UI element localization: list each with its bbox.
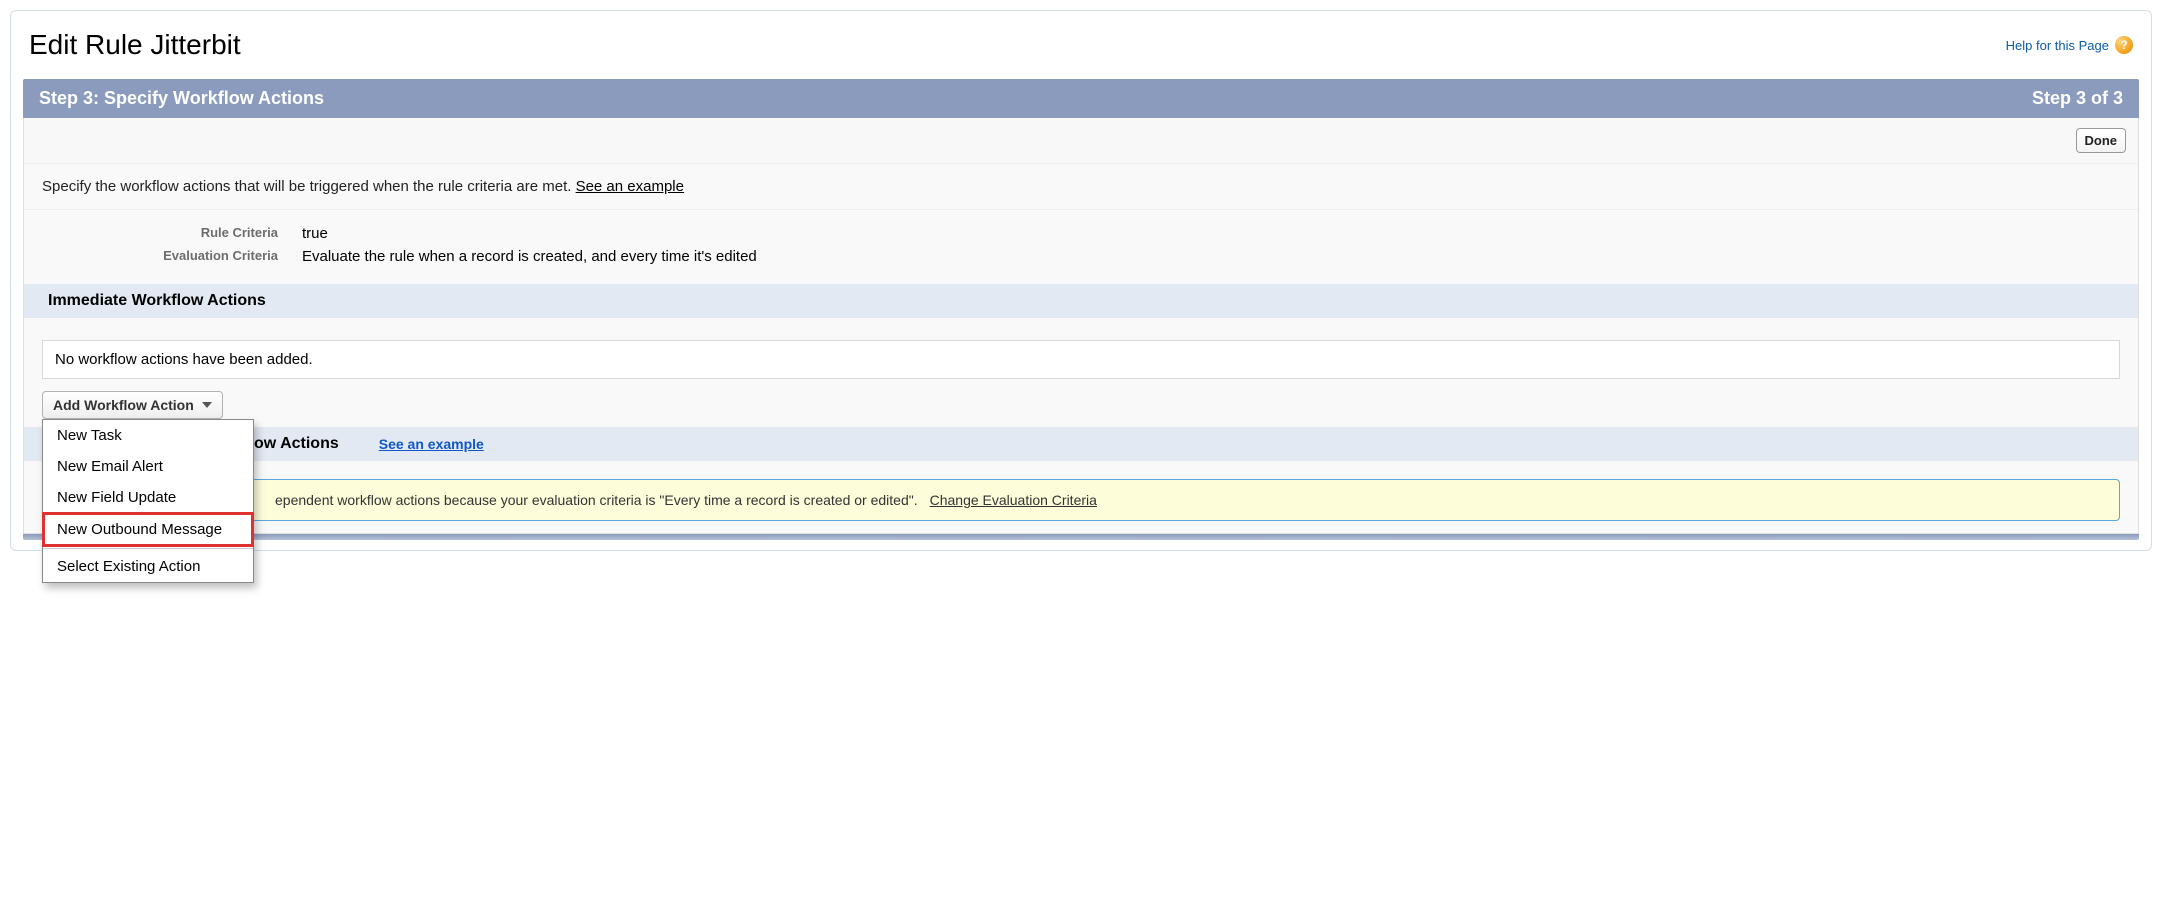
menu-select-existing-action[interactable]: Select Existing Action (43, 551, 253, 582)
add-workflow-action-menu: New Task New Email Alert New Field Updat… (42, 419, 254, 583)
done-button[interactable]: Done (2076, 128, 2127, 153)
rule-criteria-line: Rule Criteria true (42, 222, 2120, 245)
rule-criteria-value: true (302, 225, 328, 242)
evaluation-criteria-value: Evaluate the rule when a record is creat… (302, 248, 757, 265)
step-header: Step 3: Specify Workflow Actions Step 3 … (23, 79, 2139, 118)
immediate-actions-title: Immediate Workflow Actions (48, 292, 266, 310)
time-dependent-actions-title-fragment: ow Actions (254, 435, 339, 453)
menu-new-field-update[interactable]: New Field Update (43, 482, 253, 513)
add-workflow-action-button[interactable]: Add Workflow Action (42, 391, 223, 419)
menu-new-email-alert[interactable]: New Email Alert (43, 451, 253, 482)
panel-bottom-border (23, 534, 2139, 540)
immediate-actions-header: Immediate Workflow Actions (24, 284, 2138, 318)
intro-text: Specify the workflow actions that will b… (42, 178, 576, 195)
menu-new-outbound-message[interactable]: New Outbound Message (42, 512, 254, 547)
intro-row: Specify the workflow actions that will b… (24, 164, 2138, 210)
help-icon: ? (2115, 36, 2133, 54)
time-dependent-see-example-link[interactable]: See an example (379, 436, 484, 452)
menu-new-task[interactable]: New Task (43, 420, 253, 451)
see-example-link[interactable]: See an example (576, 178, 684, 195)
help-for-page-link[interactable]: Help for this Page ? (2006, 36, 2133, 54)
time-dependent-actions-header: ow Actions See an example (24, 427, 2138, 461)
main-panel: Done Specify the workflow actions that w… (23, 118, 2139, 534)
page-title: Edit Rule Jitterbit (29, 29, 241, 61)
add-workflow-action-wrap: Add Workflow Action New Task New Email A… (42, 391, 223, 419)
page-container: Edit Rule Jitterbit Help for this Page ?… (10, 10, 2152, 551)
evaluation-criteria-line: Evaluation Criteria Evaluate the rule wh… (42, 245, 2120, 268)
step-indicator: Step 3 of 3 (2032, 88, 2123, 109)
time-dependent-actions-body: ependent workflow actions because your e… (24, 461, 2138, 533)
immediate-actions-body: No workflow actions have been added. Add… (24, 318, 2138, 427)
help-for-page-label: Help for this Page (2006, 38, 2109, 53)
change-evaluation-criteria-link[interactable]: Change Evaluation Criteria (930, 492, 1097, 508)
page-header: Edit Rule Jitterbit Help for this Page ? (11, 23, 2151, 79)
rule-criteria-label: Rule Criteria (42, 225, 302, 242)
step-title: Step 3: Specify Workflow Actions (39, 88, 324, 109)
criteria-row: Rule Criteria true Evaluation Criteria E… (24, 210, 2138, 284)
add-workflow-action-label: Add Workflow Action (53, 397, 194, 413)
menu-separator (43, 548, 253, 549)
evaluation-criteria-callout: ependent workflow actions because your e… (42, 479, 2120, 521)
button-bar: Done (24, 118, 2138, 164)
evaluation-criteria-label: Evaluation Criteria (42, 248, 302, 265)
no-actions-box: No workflow actions have been added. (42, 340, 2120, 379)
chevron-down-icon (202, 402, 212, 408)
